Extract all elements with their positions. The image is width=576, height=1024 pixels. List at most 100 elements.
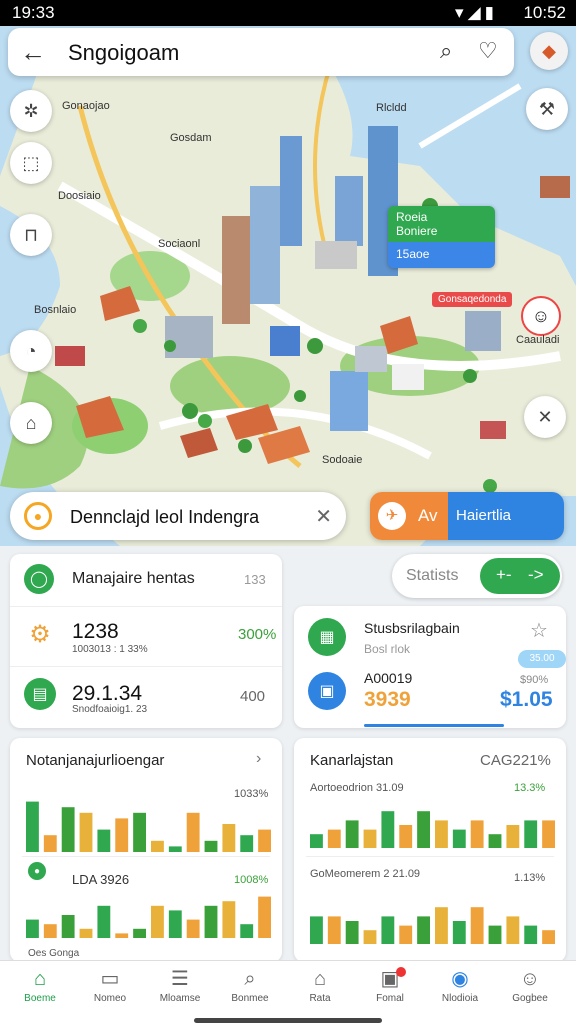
card2-percent: $90%: [520, 674, 549, 686]
chart-bar: [26, 919, 39, 938]
star-icon[interactable]: ☆: [530, 618, 548, 643]
chart-bar: [186, 812, 200, 852]
card4-right: CAG221%: [480, 752, 551, 769]
nav-item-bonmee[interactable]: ⌕ Bonmee: [218, 965, 282, 1004]
nav-item-fomal[interactable]: ▣ Fomal: [358, 965, 422, 1004]
action-button[interactable]: ✈ Av Haiertlia: [370, 492, 564, 540]
chart-bar: [204, 905, 218, 938]
calendar-icon: ▣: [308, 672, 346, 710]
chart-bar: [204, 840, 218, 852]
row2-sub: Snodfoaioig1. 23: [72, 704, 148, 715]
map-label: Bosnlaio: [34, 304, 77, 316]
nav-item-gogbee[interactable]: ☺ Gogbee: [498, 965, 562, 1004]
chart-bar: [115, 933, 129, 938]
chart-bar: [151, 840, 164, 852]
row1-sub: 1003013 : 1 33%: [72, 644, 148, 655]
card4-sub2: GoMeomerem 2 21.09: [310, 868, 421, 880]
summary-card[interactable]: ◯ Manajaire hentas 133 ⚙ 1238 1003013 : …: [10, 554, 282, 728]
nav-label: Bonmee: [231, 993, 269, 1004]
nav-label: Fomal: [376, 993, 404, 1004]
progress-line: [364, 724, 504, 727]
nav-item-nlodioia[interactable]: ◉ Nlodioia: [428, 965, 492, 1004]
card4-pct2: 1.13%: [514, 872, 546, 884]
compass-icon[interactable]: ✕: [524, 396, 566, 438]
card3-pct2: 1008%: [234, 874, 269, 886]
pill-right: ->: [528, 565, 544, 584]
chart-bar: [381, 811, 395, 848]
avatar-pin-icon[interactable]: ☺: [521, 296, 561, 336]
chart-card-left[interactable]: Notanjanajurlioengar › 1033% ● LDA 3926 …: [10, 738, 282, 962]
place-card[interactable]: Roeia Boniere 15aoe: [388, 206, 495, 268]
chart-bar: [345, 921, 359, 944]
chart-bar: [542, 820, 555, 848]
nav-item-boeme[interactable]: ⌂ Boeme: [8, 965, 72, 1004]
box-icon[interactable]: ⬚: [10, 142, 52, 184]
place-card-top: Roeia Boniere: [388, 206, 495, 242]
stats-button[interactable]: Statists +- ->: [392, 554, 562, 598]
location-text: Dennclajd leol Indengra: [70, 507, 260, 527]
search-icon[interactable]: ⌕: [440, 38, 452, 64]
action-left[interactable]: ✈ Av: [370, 492, 448, 540]
chart-bar: [417, 811, 430, 848]
chart-bar: [417, 916, 430, 944]
nav-item-rata[interactable]: ⌂ Rata: [288, 965, 352, 1004]
status-bar: 19:33 ▾◢▮ 10:52: [0, 0, 576, 26]
chart-bar: [97, 905, 111, 938]
lock-icon[interactable]: ⊓: [10, 214, 52, 256]
nav-label: Nomeo: [93, 993, 127, 1004]
chart-bar: [168, 846, 182, 852]
card-right: 133: [244, 572, 266, 587]
back-arrow-icon[interactable]: ←: [20, 37, 46, 68]
signal-icons: ▾◢▮: [455, 3, 498, 22]
chart-card-right[interactable]: Kanarlajstan CAG221% Aortoeodrion 31.09 …: [294, 738, 566, 962]
chart-bar: [470, 820, 484, 848]
tools-icon[interactable]: ⚒: [526, 88, 568, 130]
row1-right: 300%: [238, 626, 277, 643]
card2-sub: Bosl rlok: [364, 642, 411, 656]
row2-value: 29.1.34: [72, 682, 143, 705]
chart-bar: [258, 829, 271, 852]
bar-chart-left-top: [26, 801, 271, 852]
chart-bar: [363, 829, 377, 848]
city-map[interactable]: Gonaojao Gosdam Doosiaio Sociaonl Bosnla…: [0, 26, 576, 546]
location-bar[interactable]: ● Dennclajd leol Indengra ✕: [10, 492, 346, 540]
chart-bar: [488, 834, 502, 848]
logo-icon: ◯: [24, 564, 54, 594]
bug-icon[interactable]: ✲: [10, 90, 52, 132]
stats-label: Statists: [406, 567, 459, 584]
action-right-label[interactable]: Haiertlia: [448, 492, 564, 540]
close-icon[interactable]: ✕: [315, 504, 332, 529]
chart-bar: [133, 928, 146, 938]
chart-bar: [524, 925, 538, 944]
card3-footer: Oes Gonga: [28, 948, 80, 959]
chart-bar: [327, 916, 341, 944]
search-bar[interactable]: ← Sngoigoam ⌕ ♡: [8, 28, 514, 76]
gear-icon: ⚙: [24, 618, 56, 650]
doc-icon: ▭: [100, 968, 120, 990]
action-left-label: Av: [418, 506, 438, 525]
row2-right: 400: [240, 688, 266, 705]
chart-bar: [345, 820, 359, 848]
badge-icon: ●: [28, 862, 46, 880]
chat-bubble-icon[interactable]: ◔: [10, 330, 52, 372]
map-label: Rlcldd: [376, 102, 407, 114]
search-icon: ⌕: [244, 968, 256, 990]
chart-icon: ▤: [24, 678, 56, 710]
layers-icon[interactable]: ⌂: [10, 402, 52, 444]
red-tag[interactable]: Gonsaqedonda: [432, 292, 513, 307]
pin-label: Caauladi: [516, 334, 560, 346]
chevron-right-icon[interactable]: ›: [256, 750, 261, 768]
card4-pct1: 13.3%: [514, 782, 546, 794]
card3-title: Notanjanajurlioengar: [26, 752, 165, 769]
divider: [10, 606, 282, 607]
stats-pill[interactable]: +- ->: [480, 558, 560, 594]
nav-item-mloamse[interactable]: ☰ Mloamse: [148, 965, 212, 1004]
nav-item-nomeo[interactable]: ▭ Nomeo: [78, 965, 142, 1004]
subscription-card[interactable]: ▦ Stusbsrilagbain Bosl rlok ☆ 35.00 ▣ A0…: [294, 606, 566, 728]
chart-bar: [61, 915, 75, 938]
chart-bar: [43, 835, 57, 852]
chart-bar: [327, 829, 341, 848]
profile-icon[interactable]: ◆: [530, 32, 568, 70]
chart-bar: [435, 907, 448, 944]
heart-icon[interactable]: ♡: [478, 38, 498, 64]
